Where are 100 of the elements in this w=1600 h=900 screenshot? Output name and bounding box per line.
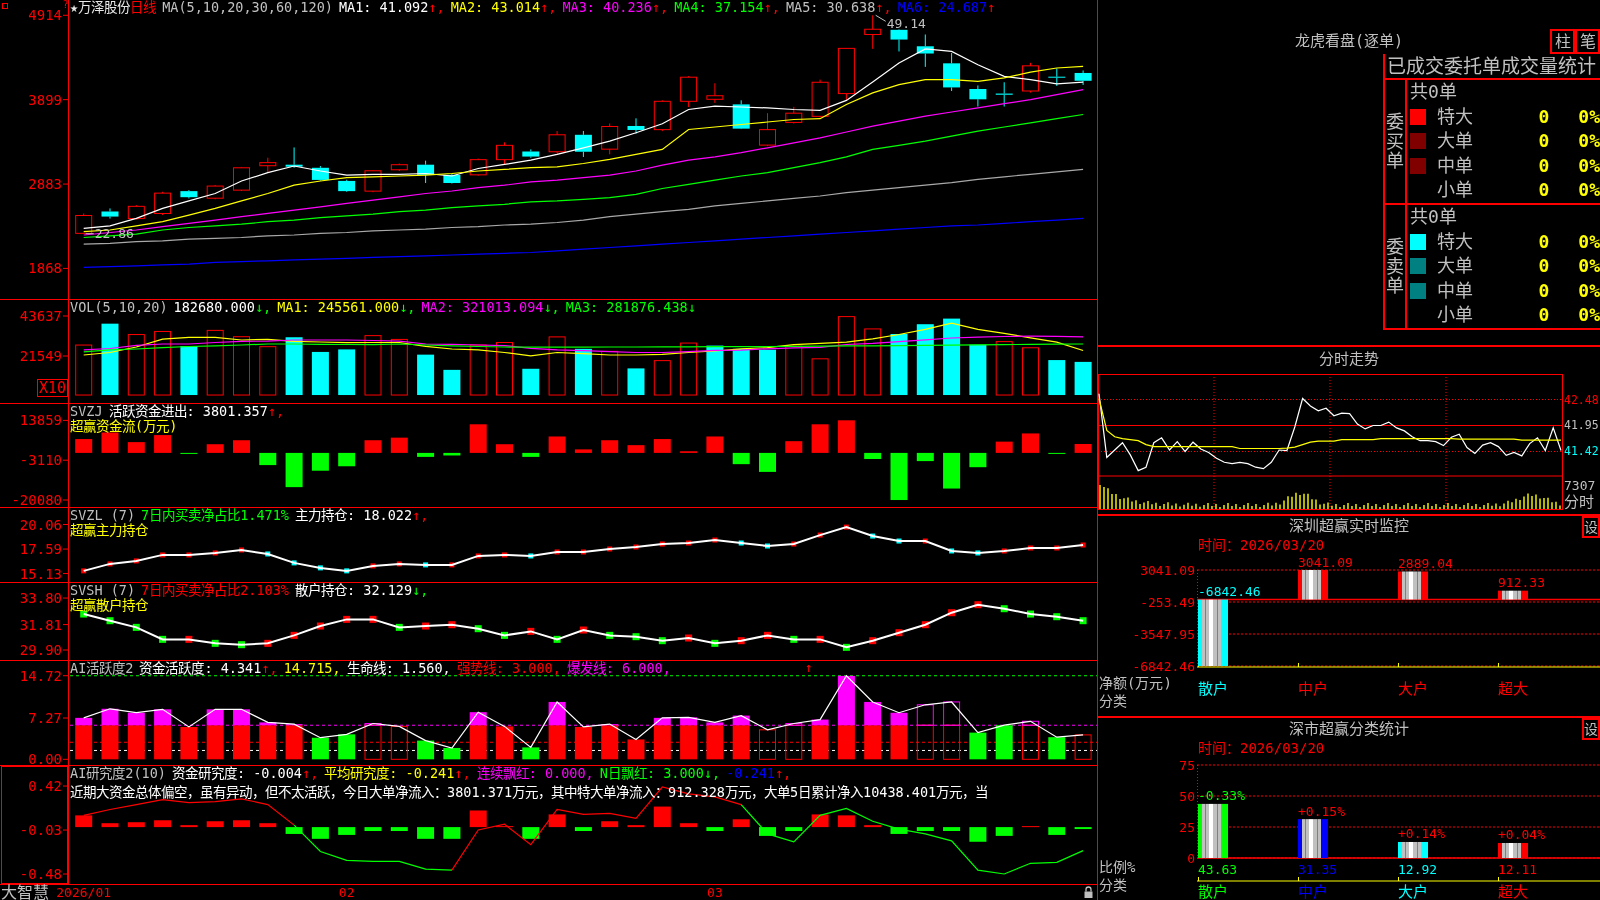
trend-arrow: ↑, [412, 508, 429, 523]
period-label: 日线 [130, 0, 157, 15]
share-value: 0% [1578, 178, 1600, 203]
row-label: 小单 [1437, 178, 1473, 203]
value-label: 31.35 [1298, 861, 1338, 877]
count-value: 0 [1538, 278, 1550, 303]
value-label: 43.63 [1198, 861, 1238, 877]
indicator-text: MA6: 24.687 [897, 0, 988, 15]
row-label: 中单 [1437, 153, 1473, 178]
change-label: +0.14% [1398, 826, 1445, 842]
axis-label: 14.72 [19, 667, 62, 684]
trend-arrow: ↓ [687, 300, 696, 315]
indicator-text: MA4: 37.154 [674, 0, 764, 15]
axis-label: 2883 [28, 176, 62, 193]
indicator-text: 资金研究度: -0.004 [171, 766, 302, 781]
table-title: 已成交委托单成交量统计 [1387, 55, 1596, 77]
indicator-text: MA5: 30.638 [785, 0, 876, 15]
axis-label: -0.48 [19, 866, 62, 883]
axis-label: 31.81 [19, 616, 62, 633]
indicator-text: MA1: 245561.000 [277, 300, 400, 315]
indicator-text: MA1: 41.092 [338, 0, 429, 15]
trend-arrow: ↑, [302, 766, 319, 781]
change-label: -0.33% [1198, 788, 1245, 804]
trend-arrow: ↑, [651, 0, 669, 15]
category-label: 中户 [1298, 883, 1328, 900]
signal-marker: ↑ [805, 661, 813, 675]
axis-label: 4914 [28, 7, 62, 24]
indicator-text: 7日内买卖净占比2.103% [141, 583, 289, 598]
trend-arrow: ↑, [774, 766, 792, 781]
panel-title: 深圳超赢实时监控 [1289, 516, 1409, 535]
indicator-text: N日飘红: 3.000 [599, 766, 704, 781]
share-value: 0% [1578, 278, 1600, 303]
total-count: 共0单 [1410, 81, 1457, 102]
indicator-text: VOL(5,10,20) [70, 300, 168, 315]
indicator-text: MA(5,10,20,30,60,120) [162, 0, 333, 15]
axis-label: -0.03 [19, 822, 62, 839]
axis-label: 42.48 [1564, 392, 1599, 407]
trend-arrow: ↓, [254, 300, 272, 315]
row-label: 中单 [1437, 278, 1473, 303]
indicator-text: 连续飘红: 0.000, [476, 766, 594, 781]
axis-label: -20080 [11, 492, 62, 507]
trend-arrow: ↑, [454, 766, 471, 781]
category-label: 散户 [1198, 680, 1228, 698]
axis-label: 7307 [1564, 477, 1596, 493]
axis-label: -3547.95 [1132, 626, 1195, 642]
axis-title: 比例% [1099, 859, 1136, 875]
axis-label: -253.49 [1140, 594, 1195, 610]
axis-label: 17.59 [19, 541, 62, 558]
group-label: 委买单 [1386, 111, 1404, 172]
count-value: 0 [1538, 153, 1550, 178]
unit-badge: X10 [37, 379, 69, 397]
value-label: 12.11 [1498, 861, 1538, 877]
date-subtitle: 时间：2026/03/20 [1198, 740, 1325, 756]
axis-label: 41.42 [1564, 444, 1599, 459]
axis-label: 20.06 [19, 516, 62, 533]
indicator-text: MA2: 321013.094 [421, 300, 544, 315]
trend-arrow: ↓, [543, 300, 560, 315]
row-label: 特大 [1437, 104, 1473, 129]
indicator-text: 强势线: 3.000, [456, 661, 561, 676]
indicator-text: AI研究度2(10) [70, 766, 166, 781]
indicator-text: AI活跃度2 [70, 661, 134, 676]
annotation: 49.14 [886, 15, 927, 31]
axis-title: 分类 [1099, 693, 1127, 709]
axis-label: 0 [1187, 850, 1195, 866]
date-label: 02 [338, 885, 355, 900]
indicator-text: 7日内买卖净占比1.471% [141, 508, 289, 523]
indicator-text: 活跃资金进出: 3801.357 [108, 404, 268, 419]
count-value: 0 [1538, 303, 1550, 328]
indicator-title: 超赢资金流(万元) [70, 419, 178, 434]
axis-label: 3899 [28, 91, 62, 108]
share-value: 0% [1578, 153, 1600, 178]
axis-label: 7.27 [28, 710, 62, 727]
row-label: 小单 [1437, 303, 1473, 328]
axis-title: 净额(万元) [1099, 675, 1172, 691]
axis-label: 0.42 [28, 778, 62, 795]
axis-label: -3110 [19, 452, 62, 469]
trend-arrow: ↑, [540, 0, 557, 15]
stock-name: ★万泽股份 [70, 0, 131, 15]
indicator-text: 主力持仓: 18.022 [295, 508, 413, 523]
count-value: 0 [1538, 129, 1550, 154]
indicator-title: 超赢散户持仓 [70, 598, 148, 613]
category-label: 大户 [1398, 680, 1428, 698]
trend-arrow: ↓, [412, 583, 429, 598]
indicator-text: MA3: 40.236 [562, 0, 652, 15]
count-value: 0 [1538, 104, 1550, 129]
axis-label: 33.80 [19, 590, 62, 607]
indicator-text: 182680.000 [173, 300, 255, 315]
axis-label: -6842.46 [1132, 658, 1195, 674]
axis-label: 1868 [28, 260, 62, 277]
axis-label: 29.90 [19, 642, 62, 658]
indicator-text: MA2: 43.014 [450, 0, 541, 15]
indicator-text: 爆发线: 6.000, [566, 661, 671, 676]
axis-label: 13859 [19, 412, 62, 429]
axis-label: 41.95 [1564, 418, 1599, 433]
axis-label: 43637 [19, 308, 62, 324]
category-label: 大户 [1398, 883, 1428, 900]
share-value: 0% [1578, 104, 1600, 129]
date-label: 2026/01 [56, 885, 112, 900]
total-count: 共0单 [1410, 206, 1457, 227]
indicator-text: -0.241 [726, 766, 775, 781]
